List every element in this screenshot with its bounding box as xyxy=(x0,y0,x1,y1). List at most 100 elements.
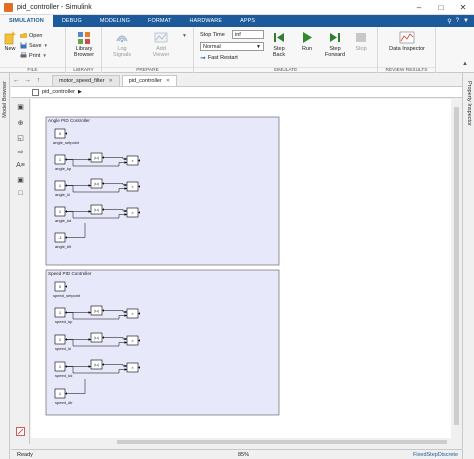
block-diagram[interactable]: Angle PID Controller0angle_setpoint1angl… xyxy=(31,99,451,438)
abs-block-symbol: |u| xyxy=(94,362,98,367)
close-tab-icon[interactable]: ✕ xyxy=(109,78,113,84)
step-forward-button[interactable]: Step Forward xyxy=(322,30,348,58)
step-back-label: Step Back xyxy=(272,46,286,58)
gain-label: angle_tilt xyxy=(55,244,72,249)
back-icon[interactable]: ← xyxy=(11,75,22,86)
collapse-ribbon-icon[interactable]: ▼ xyxy=(463,18,469,24)
run-icon xyxy=(303,32,312,43)
new-icon xyxy=(4,31,17,45)
data-inspector-button[interactable]: Data Inspector xyxy=(387,30,427,52)
library-group-label: LIBRARY xyxy=(66,67,101,73)
fast-restart-button[interactable]: ➟ Fast Restart xyxy=(200,54,238,62)
print-button[interactable]: Print ▼ xyxy=(20,51,47,60)
log-signals-button[interactable]: Log Signals xyxy=(108,30,136,58)
simulink-logo-icon xyxy=(4,2,13,12)
status-bar: Ready 85% FixedStepDiscrete xyxy=(11,449,462,459)
fast-restart-label: Fast Restart xyxy=(207,55,238,61)
stop-label: Stop xyxy=(355,46,367,52)
library-group: Library Browser LIBRARY xyxy=(66,27,102,73)
horizontal-scrollbar[interactable] xyxy=(31,438,451,446)
canvas-palette: ▣ ⊕ ◱ ⇨ A≡ ▣ □ xyxy=(11,99,30,444)
area-icon[interactable]: □ xyxy=(16,189,25,198)
model-icon xyxy=(32,88,39,96)
doc-tab-label: pid_controller xyxy=(128,77,162,84)
simulation-mode-select[interactable]: Normal ▼ xyxy=(200,42,264,51)
run-button[interactable]: Run xyxy=(296,30,318,52)
breadcrumb-arrow-icon[interactable]: ▶ xyxy=(78,89,82,95)
property-inspector-label[interactable]: Property Inspector xyxy=(466,81,472,126)
gain-label: angle_ki xyxy=(55,192,70,197)
breadcrumb-item[interactable]: pid_controller xyxy=(42,89,75,95)
tab-hardware[interactable]: HARDWARE xyxy=(180,15,231,27)
step-back-button[interactable]: Step Back xyxy=(268,30,290,58)
gain-label: speed_ki xyxy=(55,346,71,351)
minimize-icon[interactable]: – xyxy=(408,0,430,15)
gain-label: speed_dir xyxy=(55,400,73,405)
title-bar: pid_controller - Simulink – □ ✕ xyxy=(0,0,474,15)
print-dropdown-icon[interactable]: ▼ xyxy=(42,53,46,58)
setpoint-label: angle_setpoint xyxy=(53,140,80,145)
tab-apps[interactable]: APPS xyxy=(231,15,264,27)
editor-tab-row: ← → ↑ motor_speed_filter ✕ pid_controlle… xyxy=(11,74,462,86)
model-browser-label[interactable]: Model Browser xyxy=(2,81,8,118)
step-forward-label: Step Forward xyxy=(324,46,346,58)
step-back-icon xyxy=(274,33,284,42)
zoom-in-icon[interactable]: ⊕ xyxy=(16,118,25,127)
abs-block-symbol: |u| xyxy=(94,181,98,186)
hide-palette-icon[interactable] xyxy=(16,427,25,436)
model-canvas[interactable]: Angle PID Controller 0 angle_setpoint 1 angl… xyxy=(31,99,451,438)
abs-block-symbol: |u| xyxy=(94,207,98,212)
fit-view-icon[interactable]: ◱ xyxy=(16,133,25,142)
vertical-scroll-thumb[interactable] xyxy=(454,107,459,425)
prepare-gallery-expand-icon[interactable]: ▼ xyxy=(182,33,187,39)
gain-label: speed_kd xyxy=(55,373,72,378)
doc-tab-motor-speed-filter[interactable]: motor_speed_filter ✕ xyxy=(52,74,120,86)
save-button[interactable]: Save ▼ xyxy=(20,41,48,50)
annotation-icon[interactable]: ⇨ xyxy=(16,147,25,156)
close-icon[interactable]: ✕ xyxy=(452,0,474,15)
solver-link[interactable]: FixedStepDiscrete xyxy=(413,452,458,458)
text-icon[interactable]: A≡ xyxy=(16,161,25,170)
library-browser-button[interactable]: Library Browser xyxy=(71,30,97,58)
subsystem-area[interactable] xyxy=(45,116,280,266)
ribbon-tabs: SIMULATION DEBUG MODELING FORMAT HARDWAR… xyxy=(0,15,474,27)
tab-debug[interactable]: DEBUG xyxy=(53,15,91,27)
expand-ribbon-icon[interactable]: ▲ xyxy=(462,61,468,67)
save-dropdown-icon[interactable]: ▼ xyxy=(44,43,48,48)
zoom-level[interactable]: 85% xyxy=(238,452,249,458)
simulate-group-label: SIMULATE xyxy=(194,67,377,73)
tab-simulation[interactable]: SIMULATION xyxy=(0,15,53,27)
ribbon: New Open Save ▼ Print ▼ FILE Library Bro… xyxy=(0,27,474,73)
model-browser-dock: Model Browser xyxy=(0,73,10,459)
gain-label: angle_kp xyxy=(55,166,72,171)
stop-icon xyxy=(356,33,366,42)
new-button[interactable]: New xyxy=(2,30,18,52)
chevron-down-icon: ▼ xyxy=(256,44,261,50)
status-text: Ready xyxy=(17,452,33,458)
maximize-icon[interactable]: □ xyxy=(430,0,452,15)
horizontal-scroll-thumb[interactable] xyxy=(117,440,447,444)
up-icon[interactable]: ↑ xyxy=(33,75,44,86)
help-icon[interactable]: ? xyxy=(456,18,459,24)
step-forward-icon xyxy=(330,33,340,42)
tab-format[interactable]: FORMAT xyxy=(139,15,180,27)
image-icon[interactable]: ▣ xyxy=(16,175,25,184)
add-viewer-button[interactable]: Add Viewer xyxy=(148,30,174,58)
doc-tab-pid-controller[interactable]: pid_controller ✕ xyxy=(121,74,177,86)
file-group: New Open Save ▼ Print ▼ FILE xyxy=(0,27,66,73)
log-signals-icon xyxy=(116,35,128,43)
vertical-scrollbar[interactable] xyxy=(451,99,462,438)
tab-modeling[interactable]: MODELING xyxy=(91,15,139,27)
close-tab-icon[interactable]: ✕ xyxy=(166,78,170,84)
zoom-fit-icon[interactable]: ▣ xyxy=(16,102,25,111)
prepare-group: Log Signals Add Viewer ▼ PREPARE xyxy=(102,27,194,73)
search-icon[interactable]: ⚲ xyxy=(447,18,451,25)
open-button[interactable]: Open xyxy=(20,31,42,40)
data-inspector-label: Data Inspector xyxy=(389,46,425,52)
breadcrumb: pid_controller ▶ xyxy=(11,86,462,98)
fast-restart-icon: ➟ xyxy=(200,55,206,62)
forward-icon[interactable]: → xyxy=(22,75,33,86)
stop-button[interactable]: Stop xyxy=(350,30,372,52)
prepare-group-label: PREPARE xyxy=(102,67,193,73)
stop-time-input[interactable]: inf xyxy=(232,30,264,39)
